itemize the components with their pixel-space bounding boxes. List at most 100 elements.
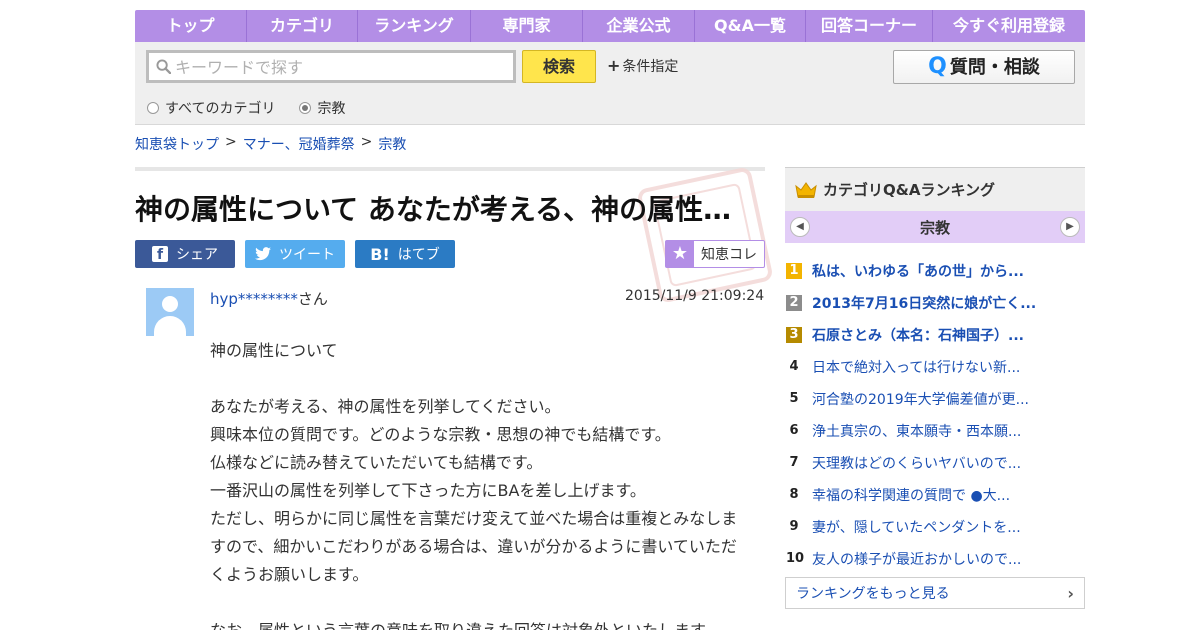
- body-line: 興味本位の質問です。どのような宗教・思想の神でも結構です。: [210, 425, 671, 444]
- rank-number: 5: [789, 391, 799, 406]
- ranking-item-title: 日本で絶対入っては行けない新...: [812, 360, 1021, 376]
- tweet-button[interactable]: ツイート: [245, 240, 345, 268]
- ranking-item-title: 石原さとみ（本名：石神国子）...: [812, 328, 1024, 344]
- chevron-right-icon: ›: [1067, 583, 1074, 603]
- radio-all-label: すべてのカテゴリ: [165, 101, 276, 117]
- ranking-item[interactable]: 3 石原さとみ（本名：石神国子）...: [785, 319, 1085, 351]
- rank-number: 3: [786, 327, 802, 343]
- rank-number: 2: [786, 295, 802, 311]
- more-ranking-button[interactable]: ランキングをもっと見る ›: [785, 577, 1085, 609]
- ranking-item[interactable]: 6 浄土真宗の、東本願寺・西本願...: [785, 415, 1085, 447]
- ranking-list: 1 私は、いわゆる「あの世」から... 2 2013年7月16日突然に娘が亡く...…: [785, 255, 1085, 575]
- twitter-icon: [255, 247, 271, 261]
- next-category-button[interactable]: ▶: [1059, 217, 1080, 237]
- breadcrumb-top[interactable]: 知恵袋トップ: [135, 134, 219, 154]
- question-main: 神の属性について あなたが考える、神の属性を列挙してください。 f シェア ツイ…: [135, 166, 774, 630]
- ranking-item[interactable]: 10 友人の様子が最近おかしいので...: [785, 543, 1085, 575]
- conditions-toggle[interactable]: + 条件指定: [607, 56, 678, 76]
- rank-number: 7: [789, 455, 799, 470]
- ranking-item-title: 私は、いわゆる「あの世」から...: [812, 264, 1024, 280]
- body-line: 神の属性について: [210, 341, 338, 360]
- ranking-item-title: 妻が、隠していたペンダントを...: [812, 520, 1021, 536]
- ask-question-button[interactable]: Q 質問・相談: [893, 50, 1075, 84]
- body-line: すので、細かいこだわりがある場合は、違いが分かるように書いていただ: [210, 537, 737, 556]
- ranking-item[interactable]: 9 妻が、隠していたペンダントを...: [785, 511, 1085, 543]
- asker-name: hyp********さん: [210, 288, 328, 309]
- nav-ranking[interactable]: ランキング: [358, 10, 471, 42]
- rank-number: 1: [786, 263, 802, 279]
- crown-icon: [795, 181, 817, 198]
- conditions-label: 条件指定: [622, 59, 679, 75]
- prev-category-button[interactable]: ◀: [790, 217, 810, 237]
- hatena-label: はてブ: [397, 247, 440, 263]
- radio-checked-icon: [299, 102, 312, 114]
- ranking-item[interactable]: 2 2013年7月16日突然に娘が亡く...: [785, 287, 1085, 319]
- nav-official[interactable]: 企業公式: [583, 10, 695, 42]
- breadcrumb-religion[interactable]: 宗教: [378, 134, 406, 154]
- search-input[interactable]: [175, 55, 505, 79]
- ranking-item[interactable]: 5 河合塾の2019年大学偏差値が更...: [785, 383, 1085, 415]
- avatar-head: [162, 296, 178, 312]
- facebook-icon: f: [152, 246, 168, 263]
- resolved-stamp: [636, 166, 774, 304]
- ranking-item[interactable]: 1 私は、いわゆる「あの世」から...: [785, 255, 1085, 287]
- avatar[interactable]: [146, 288, 194, 336]
- radio-current-category[interactable]: 宗教: [299, 98, 345, 118]
- divider: [135, 167, 765, 171]
- q-icon: Q: [928, 54, 947, 79]
- hatena-bookmark-button[interactable]: B! はてブ: [355, 240, 455, 268]
- ranking-item-title: 幸福の科学関連の質問で ●大...: [812, 488, 1011, 504]
- breadcrumb-separator: >: [360, 134, 373, 150]
- rank-number: 6: [789, 423, 799, 438]
- ranking-item-title: 友人の様子が最近おかしいので...: [812, 552, 1022, 568]
- post-date: 2015/11/9 21:09:24: [625, 288, 765, 304]
- nav-top[interactable]: トップ: [135, 10, 247, 42]
- star-icon: ★: [666, 241, 694, 267]
- share-row: f シェア ツイート B! はてブ: [135, 240, 455, 268]
- ranking-item[interactable]: 4 日本で絶対入っては行けない新...: [785, 351, 1085, 383]
- chiekore-button[interactable]: ★ 知恵コレ: [665, 240, 765, 268]
- body-line: 一番沢山の属性を列挙して下さった方にBAを差し上げます。: [210, 481, 646, 500]
- hatena-icon: B!: [370, 244, 390, 264]
- search-button[interactable]: 検索: [522, 50, 596, 83]
- breadcrumb-manners[interactable]: マナー、冠婚葬祭: [243, 134, 355, 154]
- tweet-label: ツイート: [279, 247, 335, 263]
- rank-number: 4: [789, 359, 799, 374]
- nav-answer-corner[interactable]: 回答コーナー: [806, 10, 933, 42]
- ranking-item-title: 浄土真宗の、東本願寺・西本願...: [812, 424, 1022, 440]
- more-ranking-label: ランキングをもっと見る: [796, 586, 950, 602]
- asker-id-link[interactable]: hyp********: [210, 290, 298, 308]
- breadcrumb-separator: >: [225, 134, 237, 150]
- ranking-item[interactable]: 7 天理教はどのくらいヤバいので...: [785, 447, 1085, 479]
- question-body: 神の属性について あなたが考える、神の属性を列挙してください。 興味本位の質問で…: [210, 337, 750, 630]
- search-area: 検索 +条件指定 Q質問・相談 すべてのカテゴリ 宗教: [135, 42, 1085, 125]
- facebook-share-label: シェア: [176, 247, 218, 263]
- body-line: あなたが考える、神の属性を列挙してください。: [210, 397, 561, 416]
- nav-register[interactable]: 今すぐ利用登録: [933, 10, 1085, 42]
- radio-all-categories[interactable]: すべてのカテゴリ: [147, 98, 275, 118]
- rank-number: 8: [789, 487, 799, 502]
- nav-qa-list[interactable]: Q&A一覧: [695, 10, 806, 42]
- chiekore-label: 知恵コレ: [701, 247, 757, 263]
- avatar-body: [154, 316, 186, 336]
- ask-question-label: 質問・相談: [949, 57, 1040, 78]
- ranking-item[interactable]: 8 幸福の科学関連の質問で ●大...: [785, 479, 1085, 511]
- body-line: くようお願いします。: [210, 565, 369, 584]
- facebook-share-button[interactable]: f シェア: [135, 240, 235, 268]
- plus-icon: +: [607, 56, 621, 75]
- nav-experts[interactable]: 専門家: [471, 10, 583, 42]
- radio-icon: [147, 102, 159, 114]
- ranking-item-title: 2013年7月16日突然に娘が亡く...: [812, 296, 1037, 312]
- asker-suffix: さん: [297, 290, 328, 308]
- nav-category[interactable]: カテゴリ: [247, 10, 358, 42]
- category-scope: すべてのカテゴリ 宗教: [147, 98, 345, 118]
- search-icon: [156, 59, 171, 74]
- ranking-header: カテゴリQ&Aランキング: [785, 167, 1085, 211]
- ranking-item-title: 天理教はどのくらいヤバいので...: [812, 456, 1022, 472]
- rank-number: 10: [786, 551, 805, 566]
- ranking-item-title: 河合塾の2019年大学偏差値が更...: [812, 392, 1029, 408]
- rank-number: 9: [789, 519, 799, 534]
- ranking-category-bar: ◀ 宗教 ▶: [785, 211, 1085, 243]
